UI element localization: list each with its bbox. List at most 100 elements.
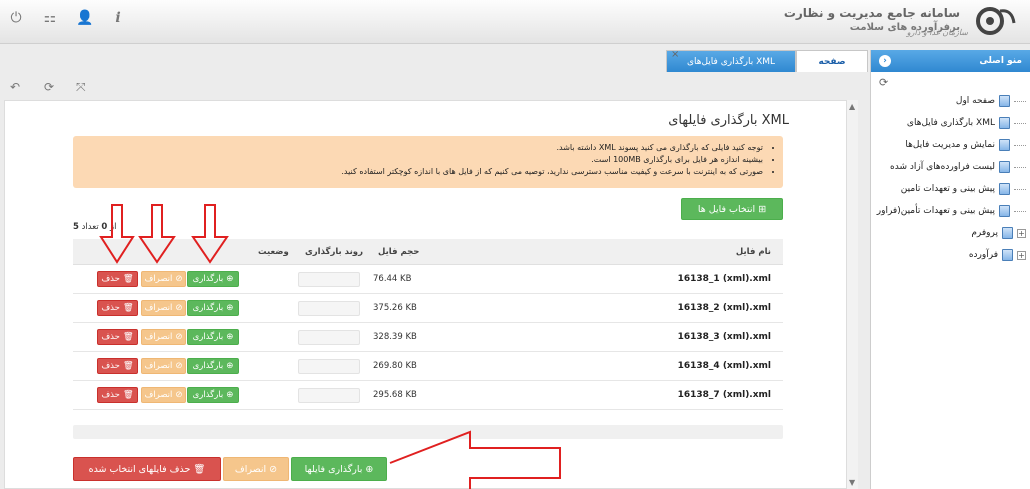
sidebar-item-xml-upload[interactable]: بارگذاری فایل‌های XML — [871, 112, 1026, 134]
cancel-label: انصراف — [144, 274, 173, 284]
total-progress-bar — [73, 425, 783, 439]
scroll-down-icon[interactable]: ▼ — [849, 478, 855, 487]
count-total: 5 — [73, 222, 79, 232]
col-progress: روند بارگذاری — [305, 247, 363, 257]
upload-all-button[interactable]: بارگذاری فایلها ⊕ — [291, 457, 387, 481]
tab-home[interactable]: صفحه اول — [796, 50, 868, 89]
file-size: 76.44 KB — [373, 274, 412, 284]
file-size: 375.26 KB — [373, 303, 417, 313]
sidebar-item-label: بارگذاری فایل‌های XML — [906, 118, 995, 128]
cancel-label: انصراف — [144, 390, 173, 400]
delete-button[interactable]: حذف 🗑 — [97, 329, 138, 345]
delete-button[interactable]: حذف 🗑 — [97, 387, 138, 403]
table-row: 16138_7 (xml).xml 295.68 KB بارگذاری ⊕ ان… — [73, 381, 783, 410]
upload-all-label: بارگذاری فایلها — [304, 463, 363, 475]
expand-icon[interactable]: + — [1017, 228, 1026, 238]
file-name: 16138_1 (xml).xml — [677, 274, 771, 284]
upload-button[interactable]: بارگذاری ⊕ — [187, 300, 239, 316]
delete-button[interactable]: حذف 🗑 — [97, 358, 138, 374]
info-icon[interactable]: i — [110, 10, 126, 26]
cancel-button[interactable]: انصراف ⊘ — [141, 329, 186, 345]
cancel-all-label: انصراف — [234, 463, 267, 475]
col-status: وضعیت — [258, 247, 289, 257]
sidebar-item-supply-forecast[interactable]: پیش بینی و تعهدات تامین — [871, 178, 1026, 200]
sidebar-item-label: پروفرم — [971, 228, 998, 238]
user-icon[interactable]: 👤 — [76, 10, 93, 26]
grid-icon[interactable]: ⚏ — [42, 10, 58, 26]
sidebar-item-label: لیست فراورده‌های آزاد شده — [890, 162, 995, 172]
content-panel: بارگذاری فایلهای XML توجه کنید فایلی که … — [4, 100, 850, 489]
sidebar-item-file-management[interactable]: نمایش و مدیریت فایل‌ها — [871, 134, 1026, 156]
cancel-button[interactable]: انصراف ⊘ — [141, 387, 186, 403]
sidebar-item-label: فرآورده — [968, 250, 998, 260]
file-count: 5 از 0 تعداد — [73, 222, 117, 232]
tab-xml-upload[interactable]: بارگذاری فایل‌های XML × — [666, 49, 796, 72]
file-name: 16138_7 (xml).xml — [677, 390, 771, 400]
delete-selected-button[interactable]: حذف فایلهای انتخاب شده 🗑 — [73, 457, 221, 481]
undo-icon[interactable]: ↶ — [10, 80, 20, 94]
collapse-icon[interactable]: › — [879, 55, 891, 67]
file-name: 16138_4 (xml).xml — [677, 361, 771, 371]
upload-label: بارگذاری — [192, 361, 224, 371]
progress-bar — [298, 359, 360, 374]
upload-label: بارگذاری — [192, 390, 224, 400]
cancel-button[interactable]: انصراف ⊘ — [141, 271, 186, 287]
sidebar-item-released-products[interactable]: لیست فراورده‌های آزاد شده — [871, 156, 1026, 178]
upload-button[interactable]: بارگذاری ⊕ — [187, 358, 239, 374]
table-row: 16138_1 (xml).xml 76.44 KB بارگذاری ⊕ انص… — [73, 265, 783, 294]
cancel-icon: ⊘ — [175, 303, 183, 313]
file-size: 328.39 KB — [373, 332, 417, 342]
add-files-icon: ⊞ — [758, 203, 767, 215]
cancel-icon: ⊘ — [175, 361, 183, 371]
select-files-label: انتخاب فایل ها — [697, 203, 756, 215]
power-icon[interactable]: ⏻ — [8, 10, 24, 26]
refresh-icon[interactable]: ⟳ — [44, 80, 54, 94]
file-name: 16138_3 (xml).xml — [677, 332, 771, 342]
page-icon — [1002, 249, 1013, 261]
expand-icon[interactable]: + — [1017, 250, 1026, 260]
sidebar-item-supply-forecast-product[interactable]: پیش بینی و تعهدات تأمین(فراور — [871, 200, 1026, 222]
file-size: 269.80 KB — [373, 361, 417, 371]
cancel-icon: ⊘ — [175, 274, 183, 284]
upload-label: بارگذاری — [192, 274, 224, 284]
main-menu-title: منو اصلی — [979, 56, 1022, 66]
file-name: 16138_2 (xml).xml — [677, 303, 771, 313]
trash-icon: 🗑 — [122, 361, 134, 371]
sidebar-item-home[interactable]: صفحه اول — [871, 90, 1026, 112]
content-scrollbar[interactable]: ▲ ▼ — [846, 100, 858, 489]
delete-button[interactable]: حذف 🗑 — [97, 271, 138, 287]
count-done: 0 — [101, 222, 108, 232]
upload-button[interactable]: بارگذاری ⊕ — [187, 329, 239, 345]
sidebar-item-label: نمایش و مدیریت فایل‌ها — [905, 140, 995, 150]
sidebar-item-proforma[interactable]: + پروفرم — [871, 222, 1026, 244]
sidebar-item-label: پیش بینی و تعهدات تامین — [900, 184, 995, 194]
menu-refresh-icon[interactable]: ⟳ — [871, 72, 1030, 90]
cancel-button[interactable]: انصراف ⊘ — [141, 358, 186, 374]
upload-button[interactable]: بارگذاری ⊕ — [187, 271, 239, 287]
progress-bar — [298, 388, 360, 403]
upload-button[interactable]: بارگذاری ⊕ — [187, 387, 239, 403]
notice-box: توجه کنید فایلی که بارگذاری می کنید پسون… — [73, 136, 783, 188]
delete-label: حذف — [101, 332, 120, 342]
count-of: از — [110, 222, 117, 232]
cancel-label: انصراف — [144, 303, 173, 313]
sidebar-item-label: پیش بینی و تعهدات تأمین(فراور — [876, 206, 995, 216]
select-files-button[interactable]: انتخاب فایل ها ⊞ — [681, 198, 783, 220]
sidebar-item-label: صفحه اول — [955, 96, 995, 106]
sidebar-item-product[interactable]: + فرآورده — [871, 244, 1026, 266]
main-menu: › منو اصلی ⟳ صفحه اول بارگذاری فایل‌های … — [870, 50, 1030, 489]
delete-button[interactable]: حذف 🗑 — [97, 300, 138, 316]
delete-selected-label: حذف فایلهای انتخاب شده — [88, 463, 191, 475]
count-label: تعداد — [81, 222, 99, 232]
scroll-up-icon[interactable]: ▲ — [849, 102, 855, 111]
upload-icon: ⊕ — [365, 463, 374, 475]
cancel-all-button[interactable]: انصراف ⊘ — [223, 457, 289, 481]
cancel-button[interactable]: انصراف ⊘ — [141, 300, 186, 316]
upload-label: بارگذاری — [192, 332, 224, 342]
page-icon — [999, 95, 1010, 107]
close-icon[interactable]: × — [671, 44, 679, 66]
upload-icon: ⊕ — [226, 332, 234, 342]
main-menu-header: › منو اصلی — [871, 50, 1030, 72]
fullscreen-icon[interactable]: ⤧ — [76, 80, 86, 95]
table-row: 16138_4 (xml).xml 269.80 KB بارگذاری ⊕ ان… — [73, 352, 783, 381]
